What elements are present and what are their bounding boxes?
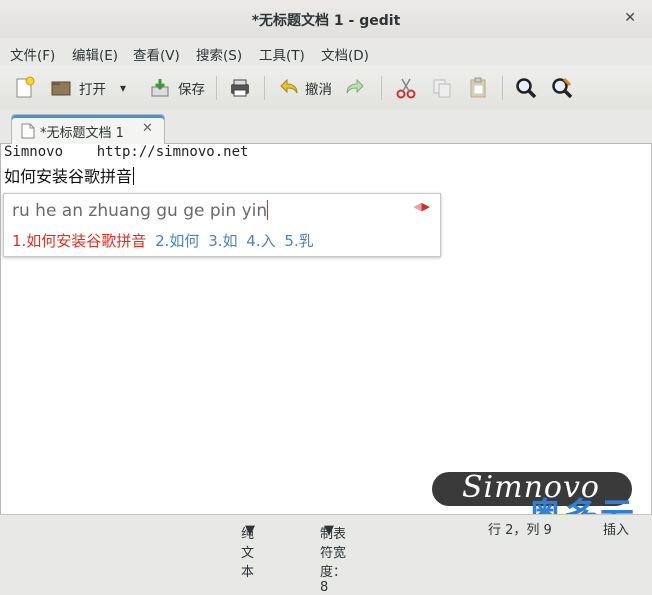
paste-clipboard-icon [470,77,486,98]
menu-edit[interactable]: 编辑(E) [72,44,118,64]
ime-preedit-text: ru he an zhuang gu ge pin yin [12,201,268,221]
chevron-down-icon: ▼ [324,523,334,538]
insert-mode-indicator: 插入 [603,523,630,538]
tab-label: *无标题文档 1 [40,126,124,141]
redo-button[interactable] [345,75,367,101]
new-document-icon [16,76,35,98]
save-button[interactable]: 保存 [148,75,205,101]
tab-strip: *无标题文档 1 ✕ [0,110,652,144]
ime-candidate-1[interactable]: 1.如何安装谷歌拼音 [12,232,146,250]
tab-untitled-document[interactable]: *无标题文档 1 ✕ [11,114,165,144]
cursor-position: 行 2，列 9 [488,523,552,538]
print-button[interactable] [228,75,252,101]
tab-close-icon[interactable]: ✕ [142,121,153,136]
open-button[interactable]: 打开 ▾ [49,75,126,101]
toolbar: 打开 ▾ 保存 撤消 [0,66,652,111]
title-bar: *无标题文档 1 - gedit ✕ [0,0,652,39]
save-icon [151,79,169,97]
menu-documents[interactable]: 文档(D) [321,44,369,64]
ime-candidate-2[interactable]: 2.如何 [155,232,199,250]
ime-candidate-3[interactable]: 3.如 [208,232,237,250]
text-cursor [133,167,135,185]
ime-candidate-list: 1.如何安装谷歌拼音 2.如何 3.如 4.入 5.乳 [12,230,318,251]
editor-line-1: Simnovo http://simnovo.net [4,144,249,160]
ime-cursor [267,200,269,220]
open-label: 打开 [79,82,106,98]
cut-button[interactable] [395,75,417,101]
window-title: *无标题文档 1 - gedit [251,13,401,29]
menu-file[interactable]: 文件(F) [10,44,55,64]
editor-line-2: 如何安装谷歌拼音 [4,163,135,187]
new-document-button[interactable] [12,75,36,101]
scissors-icon [396,78,416,99]
open-recent-chevron-down-icon[interactable]: ▾ [120,81,126,95]
ime-candidate-4[interactable]: 4.入 [246,232,275,250]
next-page-arrow-icon[interactable]: ▶ [422,200,430,213]
open-folder-icon [51,81,71,96]
find-button[interactable] [514,75,538,101]
editor-line-2-text: 如何安装谷歌拼音 [4,167,133,186]
undo-button[interactable]: 撤消 [277,75,332,101]
undo-label: 撤消 [305,82,332,98]
paste-button[interactable] [467,75,489,101]
copy-icon [433,79,451,98]
search-icon [516,78,537,99]
redo-arrow-icon [346,78,364,94]
document-icon [21,123,35,139]
save-label: 保存 [178,82,205,98]
menu-bar: 文件(F) 编辑(E) 查看(V) 搜索(S) 工具(T) 文档(D) [0,38,652,66]
ime-candidate-window: ru he an zhuang gu ge pin yin ◀▶ 1.如何安装谷… [3,193,441,257]
prev-page-arrow-icon[interactable]: ◀ [413,200,421,213]
close-window-icon[interactable]: ✕ [624,10,636,26]
chevron-down-icon: ▼ [245,523,255,538]
copy-button[interactable] [431,75,453,101]
toolbar-separator [381,76,382,100]
ime-preedit: ru he an zhuang gu ge pin yin [12,200,269,221]
ime-page-arrows[interactable]: ◀▶ [413,200,430,213]
toolbar-separator [502,76,503,100]
printer-icon [231,79,249,97]
ime-candidate-5[interactable]: 5.乳 [284,232,313,250]
toolbar-separator [264,76,265,100]
find-replace-icon [552,77,573,99]
menu-tools[interactable]: 工具(T) [259,44,305,64]
menu-view[interactable]: 查看(V) [133,44,180,64]
status-bar: 纯文本 ▼ 制表符宽度：8 ▼ 行 2，列 9 插入 [0,514,652,595]
menu-search[interactable]: 搜索(S) [196,44,242,64]
find-replace-button[interactable] [550,75,574,101]
toolbar-separator [216,76,217,100]
undo-arrow-icon [280,78,298,94]
